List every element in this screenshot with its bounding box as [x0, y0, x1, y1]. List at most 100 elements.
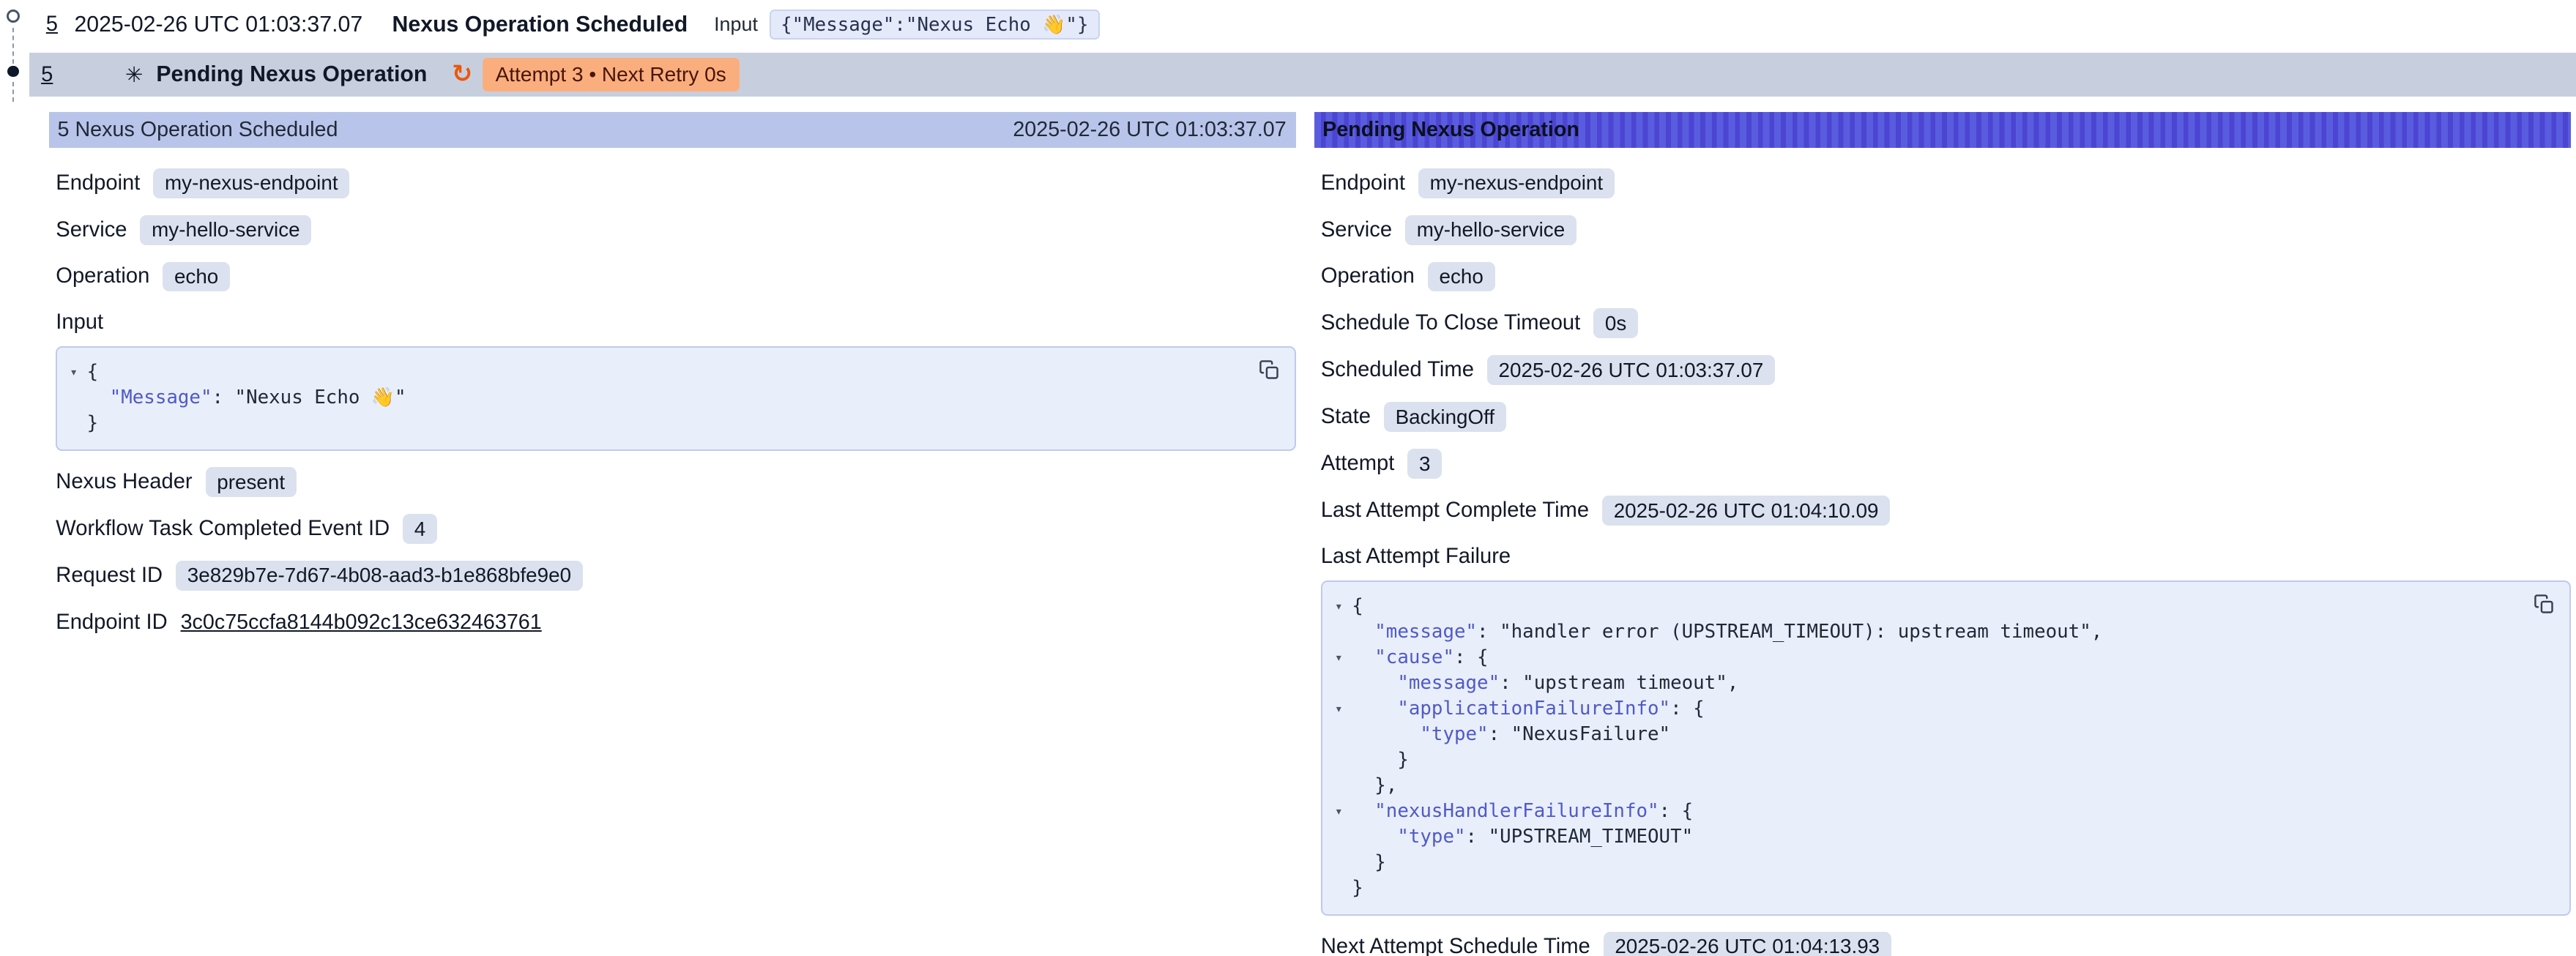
- field-label: Schedule To Close Timeout: [1321, 311, 1580, 335]
- field-row-next-attempt-schedule-time: Next Attempt Schedule Time 2025-02-26 UT…: [1321, 931, 2571, 956]
- field-label: Next Attempt Schedule Time: [1321, 935, 1590, 956]
- pending-row-title: Pending Nexus Operation: [156, 62, 427, 87]
- field-row-endpoint: Endpoint my-nexus-endpoint: [1321, 168, 2571, 199]
- field-label: Workflow Task Completed Event ID: [56, 517, 390, 541]
- event-detail-header-title: 5 Nexus Operation Scheduled: [58, 118, 338, 142]
- collapse-chevron-icon[interactable]: ▾: [1325, 594, 1352, 619]
- field-row-endpoint: Endpoint my-nexus-endpoint: [56, 168, 1296, 199]
- code-line: "type": "UPSTREAM_TIMEOUT": [1325, 824, 2520, 850]
- field-value-badge: BackingOff: [1384, 402, 1506, 432]
- copy-icon: [2534, 594, 2555, 615]
- timeline-connector: [12, 82, 14, 102]
- collapse-chevron-icon[interactable]: ▾: [1325, 799, 1352, 824]
- code-line: "type": "NexusFailure": [1325, 722, 2520, 747]
- failure-json-viewer: ▾{ "message": "handler error (UPSTREAM_T…: [1321, 580, 2571, 916]
- event-title: Nexus Operation Scheduled: [392, 12, 688, 37]
- code-line: }: [1325, 875, 2520, 901]
- code-line: "message": "upstream timeout",: [1325, 671, 2520, 696]
- field-value-badge: echo: [1428, 262, 1495, 292]
- timeline-dot-icon: [7, 66, 19, 78]
- event-timestamp: 2025-02-26 UTC 01:03:37.07: [74, 12, 362, 37]
- field-row-endpoint-id: Endpoint ID 3c0c75ccfa8144b092c13ce63246…: [56, 607, 1296, 638]
- field-row-last-attempt-complete-time: Last Attempt Complete Time 2025-02-26 UT…: [1321, 495, 2571, 526]
- field-value-badge: 2025-02-26 UTC 01:03:37.07: [1487, 355, 1775, 385]
- code-line: },: [1325, 773, 2520, 799]
- field-label: Attempt: [1321, 452, 1394, 476]
- temporal-event-history-view: 5 2025-02-26 UTC 01:03:37.07 Nexus Opera…: [0, 0, 2576, 956]
- code-line: ▾{: [61, 359, 1246, 385]
- field-label: Operation: [1321, 264, 1415, 288]
- field-label: Scheduled Time: [1321, 358, 1474, 382]
- event-id-link[interactable]: 5: [41, 63, 53, 87]
- field-label: Endpoint: [56, 171, 140, 195]
- field-label: Request ID: [56, 564, 163, 588]
- field-label: State: [1321, 405, 1371, 429]
- event-detail-panel: 5 Nexus Operation Scheduled 2025-02-26 U…: [49, 112, 1296, 956]
- field-value-badge: 4: [403, 514, 437, 544]
- field-label: Service: [56, 218, 127, 242]
- field-row-workflow-task-completed-event-id: Workflow Task Completed Event ID 4: [56, 513, 1296, 545]
- field-row-operation: Operation echo: [1321, 261, 2571, 293]
- code-line: "Message": "Nexus Echo 👋": [61, 385, 1246, 411]
- collapse-chevron-icon[interactable]: ▾: [1325, 696, 1352, 722]
- last-attempt-failure-label: Last Attempt Failure: [1321, 545, 2571, 572]
- field-row-nexus-header: Nexus Header present: [56, 466, 1296, 498]
- code-line: ▾ "cause": {: [1325, 645, 2520, 671]
- field-value-badge: 3: [1407, 449, 1442, 479]
- event-detail-header: 5 Nexus Operation Scheduled 2025-02-26 U…: [49, 112, 1296, 148]
- input-section-label: Input: [56, 310, 1296, 338]
- pending-operation-header: Pending Nexus Operation: [1314, 112, 2571, 148]
- field-value-badge: 3e829b7e-7d67-4b08-aad3-b1e868bfe9e0: [176, 561, 583, 591]
- event-input-preview-chip: {"Message":"Nexus Echo 👋"}: [770, 10, 1100, 40]
- code-line: }: [61, 411, 1246, 436]
- field-row-service: Service my-hello-service: [1321, 214, 2571, 246]
- detail-panels: 5 Nexus Operation Scheduled 2025-02-26 U…: [49, 112, 2571, 956]
- collapse-chevron-icon[interactable]: ▾: [1325, 645, 1352, 671]
- field-row-schedule-to-close-timeout: Schedule To Close Timeout 0s: [1321, 308, 2571, 340]
- copy-button[interactable]: [1255, 356, 1283, 384]
- pending-operation-panel: Pending Nexus Operation Endpoint my-nexu…: [1314, 112, 2571, 956]
- field-row-state: State BackingOff: [1321, 401, 2571, 433]
- field-value-badge: 0s: [1593, 308, 1638, 338]
- field-label: Endpoint: [1321, 171, 1405, 195]
- field-value-badge: echo: [163, 262, 230, 292]
- pending-asterisk-icon: ✳: [125, 62, 143, 88]
- timeline-connector: [12, 28, 14, 64]
- endpoint-id-link[interactable]: 3c0c75ccfa8144b092c13ce632463761: [181, 610, 542, 635]
- event-id-link[interactable]: 5: [46, 12, 58, 37]
- pending-operation-header-title: Pending Nexus Operation: [1322, 118, 1579, 142]
- history-event-row[interactable]: 5 2025-02-26 UTC 01:03:37.07 Nexus Opera…: [29, 0, 2576, 49]
- code-line: "message": "handler error (UPSTREAM_TIME…: [1325, 619, 2520, 645]
- timeline-ring-icon: [7, 10, 20, 23]
- field-label: Last Attempt Complete Time: [1321, 498, 1589, 523]
- field-row-request-id: Request ID 3e829b7e-7d67-4b08-aad3-b1e86…: [56, 560, 1296, 591]
- field-value-badge: my-hello-service: [140, 215, 311, 245]
- field-value-badge: my-nexus-endpoint: [153, 168, 349, 198]
- code-line: }: [1325, 747, 2520, 773]
- collapse-chevron-icon[interactable]: ▾: [61, 359, 87, 385]
- pending-operation-row[interactable]: 5 ✳ Pending Nexus Operation ↻ Attempt 3 …: [29, 53, 2576, 97]
- event-detail-header-timestamp: 2025-02-26 UTC 01:03:37.07: [1013, 118, 1286, 142]
- input-json-viewer: ▾{ "Message": "Nexus Echo 👋"}: [56, 346, 1296, 451]
- field-value-badge: my-hello-service: [1405, 215, 1577, 245]
- code-line: ▾ "applicationFailureInfo": {: [1325, 696, 2520, 722]
- field-label: Operation: [56, 264, 149, 288]
- field-value-badge: my-nexus-endpoint: [1418, 168, 1615, 198]
- code-line: }: [1325, 850, 2520, 875]
- copy-icon: [1259, 359, 1280, 381]
- code-line: ▾ "nexusHandlerFailureInfo": {: [1325, 799, 2520, 824]
- field-row-scheduled-time: Scheduled Time 2025-02-26 UTC 01:03:37.0…: [1321, 355, 2571, 386]
- field-value-badge: 2025-02-26 UTC 01:04:13.93: [1604, 932, 1891, 956]
- field-row-service: Service my-hello-service: [56, 214, 1296, 246]
- event-input-label: Input: [714, 13, 758, 36]
- field-row-attempt: Attempt 3: [1321, 448, 2571, 479]
- copy-button[interactable]: [2530, 590, 2558, 618]
- field-label: Endpoint ID: [56, 610, 167, 635]
- field-label: Nexus Header: [56, 470, 192, 494]
- field-row-operation: Operation echo: [56, 261, 1296, 293]
- attempt-retry-badge: Attempt 3 • Next Retry 0s: [483, 58, 740, 91]
- field-label: Service: [1321, 218, 1392, 242]
- field-value-badge: present: [206, 467, 297, 497]
- field-value-badge: 2025-02-26 UTC 01:04:10.09: [1602, 496, 1890, 526]
- code-line: ▾{: [1325, 594, 2520, 619]
